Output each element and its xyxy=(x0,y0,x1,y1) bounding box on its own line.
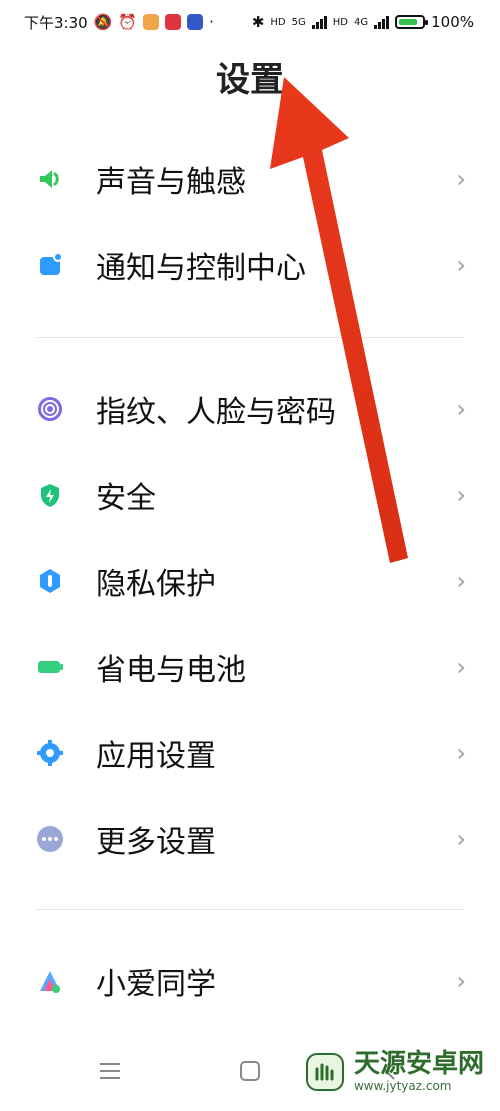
settings-item-security[interactable]: 安全 › xyxy=(36,464,466,526)
bluetooth-icon: ✱ xyxy=(251,13,265,31)
notification-app-icon-3 xyxy=(187,14,204,30)
hd-badge-2: HD xyxy=(332,16,348,28)
battery-percent: 100% xyxy=(431,13,474,31)
settings-item-app-settings[interactable]: 应用设置 › xyxy=(36,722,466,784)
shield-bolt-icon xyxy=(36,481,64,509)
home-button[interactable] xyxy=(230,1051,270,1091)
battery-icon xyxy=(395,15,429,29)
settings-item-xiaoai[interactable]: 小爱同学 › xyxy=(36,950,466,1012)
settings-item-sound[interactable]: 声音与触感 › xyxy=(36,148,466,210)
watermark-name: 天源安卓网 xyxy=(353,1049,484,1079)
chevron-right-icon: › xyxy=(456,395,466,423)
fingerprint-icon xyxy=(36,395,64,423)
site-watermark: 天源安卓网 www.jytyaz.com xyxy=(304,1051,484,1093)
privacy-icon xyxy=(36,567,64,595)
speaker-icon xyxy=(36,165,64,193)
notification-icon xyxy=(36,251,64,279)
settings-item-label: 小爱同学 xyxy=(96,967,216,1002)
hd-badge-1: HD xyxy=(270,16,286,28)
notification-app-icon-1 xyxy=(143,14,160,30)
android-logo-icon xyxy=(305,1053,344,1091)
settings-item-label: 省电与电池 xyxy=(96,653,246,688)
mute-icon: 🔕 xyxy=(93,13,113,31)
settings-item-label: 指纹、人脸与密码 xyxy=(96,395,336,430)
settings-item-label: 应用设置 xyxy=(96,739,216,774)
settings-item-fingerprint[interactable]: 指纹、人脸与密码 › xyxy=(36,378,466,440)
settings-item-battery[interactable]: 省电与电池 › xyxy=(36,636,466,698)
chevron-right-icon: › xyxy=(456,653,466,681)
status-bar: 下午3:30 🔕 ⏰ · ✱ HD 5G HD 4G 100% xyxy=(0,0,500,44)
battery-icon xyxy=(36,653,64,681)
notification-app-icon-2 xyxy=(165,14,182,30)
status-left: 下午3:30 🔕 ⏰ · xyxy=(24,12,214,33)
settings-item-label: 通知与控制中心 xyxy=(96,251,306,286)
network-4g-label: 4G xyxy=(353,16,369,28)
settings-item-privacy[interactable]: 隐私保护 › xyxy=(36,550,466,612)
status-right: ✱ HD 5G HD 4G 100% xyxy=(252,13,474,31)
xiaoai-icon xyxy=(36,967,64,995)
status-time: 下午3:30 xyxy=(24,13,88,32)
chevron-right-icon: › xyxy=(456,567,466,595)
settings-item-label: 更多设置 xyxy=(96,825,216,860)
gear-icon xyxy=(36,739,64,767)
page-title: 设置 xyxy=(216,60,284,100)
chevron-right-icon: › xyxy=(456,481,466,509)
more-dots-icon xyxy=(36,825,64,853)
settings-item-label: 安全 xyxy=(96,481,156,516)
signal-5g-icon xyxy=(311,15,327,29)
settings-item-notification[interactable]: 通知与控制中心 › xyxy=(36,234,466,296)
watermark-url: www.jytyaz.com xyxy=(353,1079,452,1093)
alarm-icon: ⏰ xyxy=(118,13,138,31)
chevron-right-icon: › xyxy=(456,825,466,853)
settings-item-more-settings[interactable]: 更多设置 › xyxy=(36,808,466,870)
chevron-right-icon: › xyxy=(456,967,466,995)
network-5g-label: 5G xyxy=(291,16,306,28)
status-dot: · xyxy=(209,13,214,31)
chevron-right-icon: › xyxy=(456,251,466,279)
section-divider xyxy=(36,337,464,338)
menu-button[interactable] xyxy=(90,1051,130,1091)
section-divider xyxy=(36,909,464,910)
chevron-right-icon: › xyxy=(456,739,466,767)
settings-item-label: 声音与触感 xyxy=(96,165,246,200)
signal-4g-icon xyxy=(374,15,390,29)
home-icon xyxy=(240,1061,260,1081)
chevron-right-icon: › xyxy=(456,165,466,193)
menu-icon xyxy=(100,1063,120,1079)
settings-item-label: 隐私保护 xyxy=(96,567,216,602)
